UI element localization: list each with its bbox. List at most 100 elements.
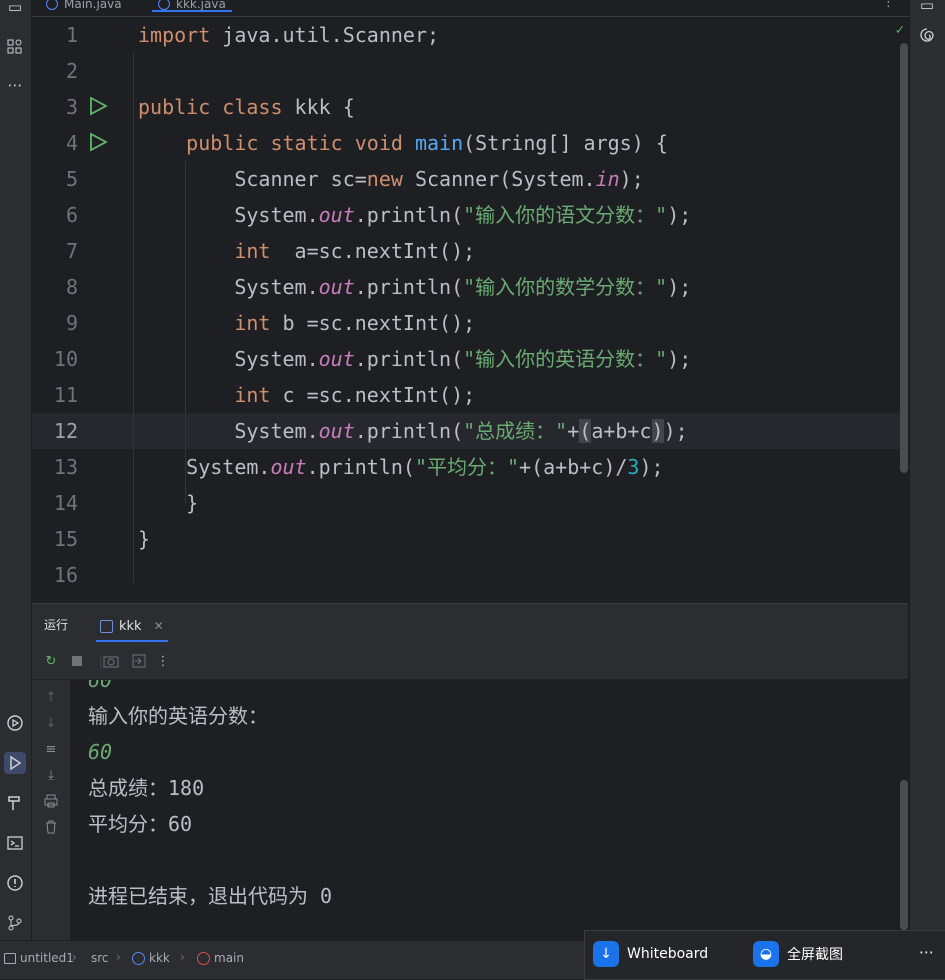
project-icon[interactable]: ▭ (4, 0, 26, 18)
code-line[interactable]: 3 public class kkk { (32, 89, 908, 125)
code-token: ) (651, 419, 664, 443)
soft-wrap-icon[interactable]: ≡ (42, 740, 60, 758)
line-number[interactable]: 11 (32, 377, 78, 413)
code-token: a=sc.nextInt(); (294, 239, 476, 263)
line-number[interactable]: 7 (32, 233, 78, 269)
scroll-down-icon[interactable]: ↓ (42, 714, 60, 732)
print-icon[interactable] (42, 792, 60, 810)
stop-icon[interactable] (68, 652, 86, 670)
rerun-icon[interactable]: ↻ (42, 652, 60, 670)
editor-tab-bar: Main.java kkk.java ⋮ (32, 0, 909, 17)
run-tab-label: kkk (119, 618, 142, 634)
code-token: "输入你的数学分数：" (463, 275, 668, 299)
code-editor[interactable]: 1 import java.util.Scanner; 2 3 public class… (32, 17, 908, 602)
line-number[interactable]: 3 (32, 89, 78, 125)
fullscreen-screenshot-button[interactable]: ◒ 全屏截图 (753, 941, 843, 967)
restore-layout-icon[interactable] (130, 652, 148, 670)
code-token: +(a+b+c)/ (519, 455, 628, 479)
code-line[interactable]: 8 System.out.println("输入你的数学分数："); (32, 269, 908, 305)
code-line[interactable]: 5 Scanner sc=new Scanner(System.in); (32, 161, 908, 197)
right-tool-stripe: ▭ (909, 0, 945, 940)
code-line[interactable]: 14 } (32, 485, 908, 521)
more-tools-icon[interactable]: ⋯ (4, 74, 26, 96)
run-gutter-icon[interactable] (88, 132, 108, 152)
breadcrumb-src[interactable]: src (91, 951, 109, 965)
line-number[interactable]: 5 (32, 161, 78, 197)
code-text: int a=sc.nextInt(); (138, 233, 475, 269)
terminal-icon[interactable] (4, 832, 26, 854)
tab-more-menu-icon[interactable]: ⋮ (882, 0, 895, 10)
problems-icon[interactable] (4, 872, 26, 894)
line-number[interactable]: 14 (32, 485, 78, 521)
line-number[interactable]: 2 (32, 53, 78, 89)
screenshot-icon: ◒ (753, 941, 779, 967)
line-number[interactable]: 12 (32, 413, 78, 449)
breadcrumb-class[interactable]: kkk (132, 951, 170, 965)
breadcrumb-method[interactable]: main (197, 951, 244, 965)
console-output[interactable]: 60 输入你的英语分数： 60 总成绩：180 平均分：60 进程已结束，退出代码为 0 (70, 680, 908, 940)
code-token: int (138, 311, 283, 335)
console-scrollbar[interactable] (900, 780, 908, 930)
code-line[interactable]: 12 System.out.println("总成绩："+(a+b+c)); (32, 413, 908, 449)
code-token: ); (667, 347, 692, 371)
code-line[interactable]: 2 (32, 53, 908, 89)
no-problems-check-icon[interactable]: ✓ (896, 22, 904, 38)
code-token: .println( (306, 455, 415, 479)
tab-main-java[interactable]: Main.java (46, 0, 122, 14)
line-number[interactable]: 16 (32, 557, 78, 593)
code-line[interactable]: 10 System.out.println("输入你的英语分数："); (32, 341, 908, 377)
line-number[interactable]: 6 (32, 197, 78, 233)
breadcrumb-project[interactable]: untitled1 (4, 951, 74, 965)
code-token: Scanner sc= (138, 167, 367, 191)
code-token: out (270, 455, 307, 479)
ai-assistant-icon[interactable] (916, 24, 938, 46)
code-text: Scanner sc=new Scanner(System.in); (138, 161, 643, 197)
line-number[interactable]: 10 (32, 341, 78, 377)
structure-icon[interactable] (4, 36, 26, 58)
clear-trash-icon[interactable] (42, 818, 60, 836)
code-token: System. (138, 419, 319, 443)
code-line[interactable]: 13 System.out.println("平均分："+(a+b+c)/3); (32, 449, 908, 485)
line-number[interactable]: 1 (32, 17, 78, 53)
code-text: System.out.println("总成绩："+(a+b+c)); (138, 413, 688, 449)
line-number[interactable]: 13 (32, 449, 78, 485)
tab-kkk-java[interactable]: kkk.java (152, 0, 232, 14)
indent-guide (185, 161, 186, 503)
more-options-icon[interactable]: ⋯ (919, 943, 934, 961)
line-number[interactable]: 4 (32, 125, 78, 161)
line-number[interactable]: 8 (32, 269, 78, 305)
code-text: System.out.println("输入你的英语分数："); (138, 341, 691, 377)
code-line[interactable]: 4 public static void main(String[] args)… (32, 125, 908, 161)
code-token: "总成绩：" (463, 419, 568, 443)
breadcrumb-separator: › (180, 950, 185, 964)
left-tool-stripe: ▭ ⋯ (0, 0, 32, 940)
console-side-toolbar: ↑ ↓ ≡ ⤓ (32, 680, 70, 940)
more-options-icon[interactable]: ⋮ (154, 652, 172, 670)
code-line[interactable]: 15} (32, 521, 908, 557)
run-tool-icon[interactable] (4, 752, 26, 774)
breadcrumb-label: src (91, 951, 109, 965)
whiteboard-button[interactable]: ↓ Whiteboard (593, 941, 708, 967)
code-line[interactable]: 6 System.out.println("输入你的语文分数："); (32, 197, 908, 233)
scroll-up-icon[interactable]: ↑ (42, 688, 60, 706)
code-line[interactable]: 7 int a=sc.nextInt(); (32, 233, 908, 269)
line-number[interactable]: 15 (32, 521, 78, 557)
line-number[interactable]: 9 (32, 305, 78, 341)
scroll-to-end-icon[interactable]: ⤓ (42, 766, 60, 784)
editor-scrollbar[interactable] (900, 43, 908, 473)
code-token: + (567, 419, 580, 443)
code-line[interactable]: 1 import java.util.Scanner; (32, 17, 908, 53)
code-line[interactable]: 9 int b =sc.nextInt(); (32, 305, 908, 341)
code-token: ); (667, 203, 692, 227)
git-icon[interactable] (4, 912, 26, 934)
close-icon[interactable]: ✕ (154, 619, 164, 633)
run-gutter-icon[interactable] (88, 96, 108, 116)
camera-icon[interactable] (102, 652, 120, 670)
code-line[interactable]: 11 int c =sc.nextInt(); (32, 377, 908, 413)
build-hammer-icon[interactable] (4, 792, 26, 814)
console-output-line: 平均分：60 (88, 812, 193, 836)
run-tab-kkk[interactable]: kkk ✕ (96, 610, 168, 642)
services-icon[interactable] (4, 712, 26, 734)
notifications-icon[interactable]: ▭ (916, 0, 938, 16)
code-line[interactable]: 16 (32, 557, 908, 593)
